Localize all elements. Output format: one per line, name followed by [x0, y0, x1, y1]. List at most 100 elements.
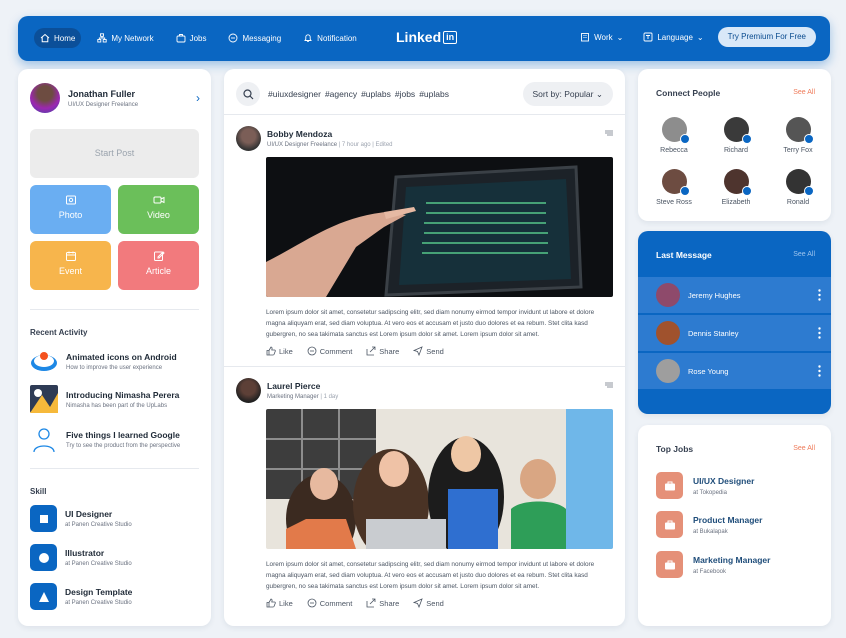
comment-button[interactable]: Comment [307, 598, 353, 608]
feed-post: Laurel Pierce Marketing Manager | 1 day … [236, 378, 613, 608]
nav-notification-label: Notification [317, 33, 357, 43]
see-all-link[interactable]: See All [793, 89, 815, 96]
skill-item[interactable]: Design Template at Panen Creative Studio [30, 583, 205, 610]
person-avatar [785, 117, 814, 144]
nav-work-label: Work [594, 32, 613, 42]
photo-button[interactable]: Photo [30, 185, 111, 234]
post-meta: Marketing Manager | 1 day [267, 394, 338, 400]
message-row[interactable]: Jeremy Hughes [638, 277, 831, 313]
linkedin-logo[interactable]: Linked in [396, 29, 458, 45]
nav-notification[interactable]: Notification [297, 28, 363, 48]
hashtag[interactable]: #agency [325, 89, 357, 99]
menu-icon[interactable] [605, 130, 613, 136]
see-all-link[interactable]: See All [793, 445, 815, 452]
profile-avatar [30, 83, 60, 113]
menu-icon[interactable] [605, 382, 613, 388]
bell-icon [304, 34, 313, 42]
person-suggestion[interactable]: Elizabeth [706, 169, 766, 206]
thumbs-up-icon [266, 346, 276, 356]
see-all-link[interactable]: See All [793, 251, 815, 258]
person-suggestion[interactable]: Rebecca [644, 117, 704, 154]
hashtag[interactable]: #jobs [395, 89, 415, 99]
connect-people-panel: Connect People See All Rebecca Richard T… [638, 69, 831, 221]
check-badge-icon [679, 186, 690, 196]
try-premium-button[interactable]: Try Premium For Free [717, 27, 816, 47]
hashtag[interactable]: #uplabs [419, 89, 449, 99]
job-item[interactable]: UI/UX Designer at Tokopedia [656, 472, 754, 499]
recent-activity-item[interactable]: Animated icons on Android How to improve… [30, 347, 205, 375]
start-post-button[interactable]: Start Post [30, 129, 199, 178]
post-header: Bobby Mendoza UI/UX Designer Freelance |… [236, 126, 613, 151]
author-avatar[interactable] [236, 126, 261, 151]
skill-item-title: UI Designer [65, 509, 113, 519]
job-company: at Tokopedia [693, 489, 727, 496]
sort-dropdown[interactable]: Sort by: Popular ⌄ [522, 82, 613, 106]
more-options-icon[interactable] [818, 289, 821, 301]
person-avatar [723, 117, 752, 144]
nav-language-label: Language [657, 32, 693, 42]
nav-home[interactable]: Home [34, 28, 82, 48]
video-button[interactable]: Video [118, 185, 199, 234]
divider [224, 366, 625, 367]
nav-work[interactable]: Work ⌄ [574, 27, 629, 47]
hashtag[interactable]: #uiuxdesigner [268, 89, 321, 99]
recent-activity-item[interactable]: Five things I learned Google Try to see … [30, 425, 205, 453]
skill-item[interactable]: UI Designer at Panen Creative Studio [30, 505, 205, 532]
person-name: Ronald [786, 199, 810, 206]
comment-label: Comment [319, 598, 353, 608]
article-button[interactable]: Article [118, 241, 199, 290]
chevron-right-icon[interactable]: › [196, 91, 200, 105]
share-button[interactable]: Share [366, 346, 399, 356]
hashtag[interactable]: #uplabs [361, 89, 391, 99]
author-role: Marketing Manager [267, 394, 319, 400]
person-suggestion[interactable]: Ronald [768, 169, 828, 206]
recent-activity-item[interactable]: Introducing Nimasha Perera Nimasha has b… [30, 385, 205, 413]
more-options-icon[interactable] [818, 365, 821, 377]
job-title: Product Manager [693, 514, 763, 525]
like-button[interactable]: Like [266, 598, 293, 608]
skill-item[interactable]: Illustrator at Panen Creative Studio [30, 544, 205, 571]
briefcase-icon [656, 472, 683, 499]
person-suggestion[interactable]: Richard [706, 117, 766, 154]
triangle-icon [30, 583, 57, 610]
send-icon [413, 598, 424, 608]
message-row[interactable]: Rose Young [638, 353, 831, 389]
illustration-icon [30, 385, 58, 413]
message-row[interactable]: Dennis Stanley [638, 315, 831, 351]
event-button[interactable]: Event [30, 241, 111, 290]
author-name[interactable]: Laurel Pierce [267, 381, 338, 391]
nav-messaging[interactable]: Messaging [222, 28, 287, 48]
top-navigation-bar: Home My Network Jobs Messaging Notificat… [18, 16, 830, 61]
author-name[interactable]: Bobby Mendoza [267, 129, 393, 139]
more-options-icon[interactable] [818, 327, 821, 339]
check-badge-icon [803, 186, 814, 196]
comment-button[interactable]: Comment [307, 346, 352, 356]
nav-my-network[interactable]: My Network [91, 28, 159, 48]
feed: #uiuxdesigner #agency #uplabs #jobs #upl… [224, 69, 625, 626]
job-item[interactable]: Product Manager at Bukalapak [656, 511, 762, 538]
job-item[interactable]: Marketing Manager at Facebook [656, 551, 770, 578]
person-name: Terry Fox [783, 147, 813, 154]
send-label: Send [426, 598, 444, 608]
profile-role: UI/UX Designer Freelance [68, 101, 139, 108]
nav-language[interactable]: Language ⌄ [637, 27, 709, 47]
post-image[interactable] [266, 157, 613, 297]
check-badge-icon [741, 186, 752, 196]
send-button[interactable]: Send [413, 346, 444, 356]
profile-summary[interactable]: Jonathan Fuller UI/UX Designer Freelance… [30, 83, 200, 113]
post-image[interactable] [266, 409, 613, 564]
share-button[interactable]: Share [366, 598, 399, 608]
nav-jobs[interactable]: Jobs [170, 28, 213, 48]
search-button[interactable] [236, 82, 260, 106]
calendar-icon [65, 251, 76, 261]
author-avatar[interactable] [236, 378, 261, 403]
photo-label: Photo [58, 210, 83, 220]
person-suggestion[interactable]: Steve Ross [644, 169, 704, 206]
like-label: Like [279, 346, 293, 356]
post-time: | 1 day [318, 394, 339, 400]
like-button[interactable]: Like [266, 346, 293, 356]
translate-icon [643, 32, 653, 42]
send-button[interactable]: Send [413, 598, 444, 608]
person-suggestion[interactable]: Terry Fox [768, 117, 828, 154]
last-message-title: Last Message [656, 250, 712, 260]
